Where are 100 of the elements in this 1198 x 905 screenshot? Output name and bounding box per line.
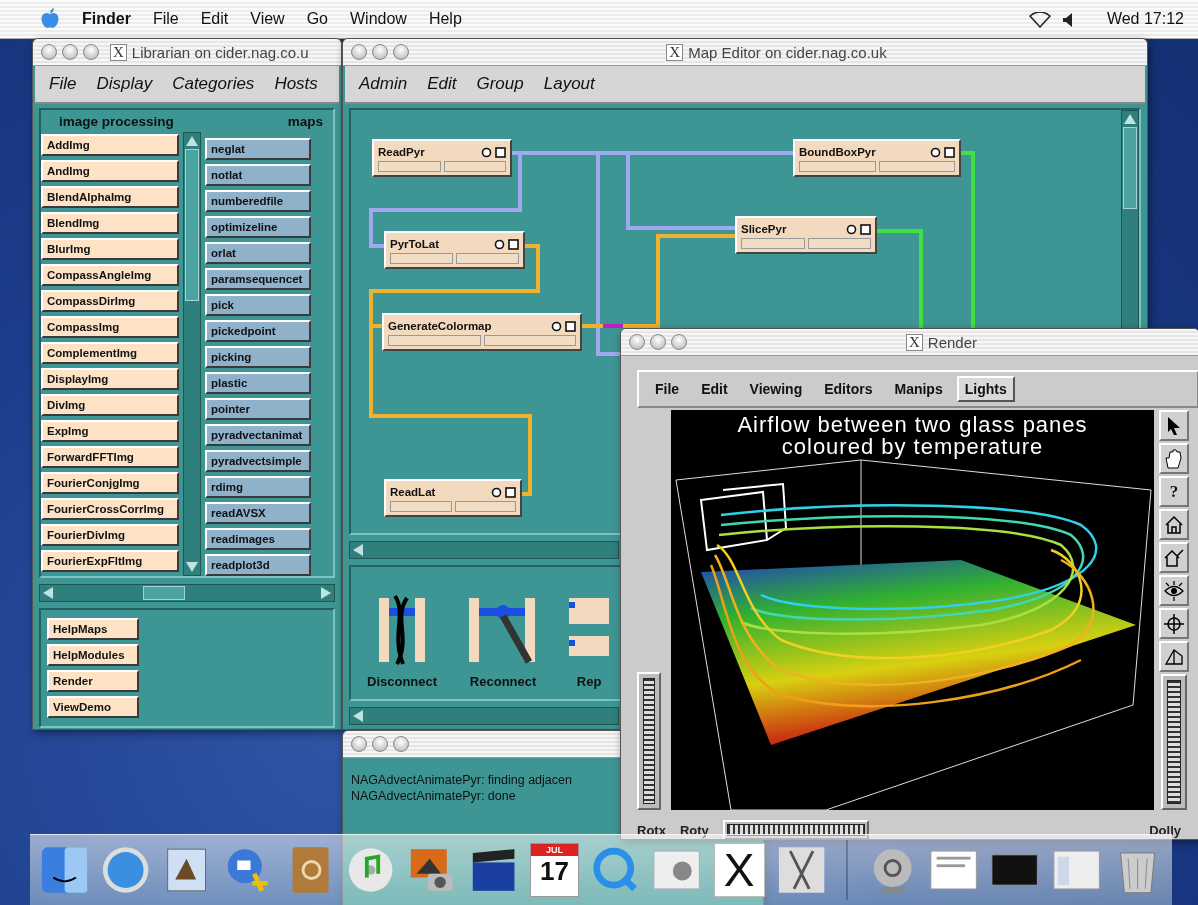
module-node[interactable]: BoundBoxPyr bbox=[793, 139, 961, 177]
menu-item[interactable]: Editors bbox=[816, 376, 881, 402]
circle-icon[interactable] bbox=[481, 146, 492, 158]
module-button[interactable]: AndImg bbox=[41, 160, 179, 182]
menu-item[interactable]: Manips bbox=[886, 376, 951, 402]
module-button[interactable]: FourierCrossCorrImg bbox=[41, 498, 179, 520]
category-heading[interactable]: maps bbox=[287, 113, 323, 129]
window-minimize-button[interactable] bbox=[62, 44, 78, 60]
vertical-scrollbar[interactable] bbox=[183, 132, 201, 576]
menu-item[interactable]: Finder bbox=[82, 10, 131, 28]
module-node[interactable]: PyrToLat bbox=[384, 231, 525, 269]
map-button[interactable]: paramsequencet bbox=[205, 268, 311, 290]
circle-icon[interactable] bbox=[551, 320, 562, 332]
home-button[interactable] bbox=[1159, 509, 1190, 540]
window-zoom-button[interactable] bbox=[393, 736, 409, 752]
module-button[interactable]: CompassImg bbox=[41, 316, 179, 338]
map-button[interactable]: neglat bbox=[205, 138, 311, 160]
circle-icon[interactable] bbox=[494, 238, 505, 250]
pointer-button[interactable] bbox=[1159, 410, 1190, 441]
module-node[interactable]: ReadPyr bbox=[372, 139, 512, 177]
map-button[interactable]: readAVSX bbox=[205, 502, 311, 524]
menu-item[interactable]: File bbox=[152, 10, 179, 28]
menu-item[interactable]: File bbox=[49, 74, 77, 94]
circle-icon[interactable] bbox=[491, 486, 502, 498]
square-icon[interactable] bbox=[565, 320, 576, 332]
menu-item[interactable]: View bbox=[250, 10, 285, 28]
vertical-scrollbar[interactable] bbox=[1121, 110, 1139, 330]
square-icon[interactable] bbox=[944, 146, 955, 158]
map-button[interactable]: pick bbox=[205, 294, 311, 316]
map-button[interactable]: readplot3d bbox=[205, 554, 311, 576]
menu-item[interactable]: File bbox=[647, 376, 688, 402]
circle-icon[interactable] bbox=[846, 223, 857, 235]
module-button[interactable]: FourierExpFltImg bbox=[41, 550, 179, 572]
module-button[interactable]: ComplementImg bbox=[41, 342, 179, 364]
module-button[interactable]: FourierDivImg bbox=[41, 524, 179, 546]
module-button[interactable]: BlendImg bbox=[41, 212, 179, 234]
menu-item[interactable]: Edit bbox=[200, 10, 229, 28]
menu-item[interactable]: Hosts bbox=[274, 74, 318, 94]
square-icon[interactable] bbox=[495, 146, 506, 158]
module-button[interactable]: ExpImg bbox=[41, 420, 179, 442]
help-button[interactable]: HelpMaps bbox=[47, 618, 139, 640]
x-letter-icon[interactable]: X bbox=[713, 843, 765, 897]
rotx-thumbwheel[interactable] bbox=[637, 672, 661, 810]
module-button[interactable]: CompassDirImg bbox=[41, 290, 179, 312]
window-minimize-button[interactable] bbox=[650, 334, 666, 350]
module-button[interactable]: BlurImg bbox=[41, 238, 179, 260]
help-button[interactable]: ViewDemo bbox=[47, 696, 139, 718]
map-button[interactable]: readimages bbox=[205, 528, 311, 550]
menu-item[interactable]: Go bbox=[306, 10, 328, 28]
map-button[interactable]: pyradvectanimat bbox=[205, 424, 311, 446]
module-button[interactable]: AddImg bbox=[41, 134, 179, 156]
tool-button[interactable]: Rep bbox=[569, 594, 610, 689]
map-button[interactable]: notlat bbox=[205, 164, 311, 186]
window-minimize-button[interactable] bbox=[372, 736, 388, 752]
map-button[interactable]: pyradvectsimple bbox=[205, 450, 311, 472]
map-button[interactable]: picking bbox=[205, 346, 311, 368]
square-icon[interactable] bbox=[860, 223, 871, 235]
seek-button[interactable] bbox=[1159, 608, 1190, 639]
menu-item[interactable]: Display bbox=[96, 74, 153, 94]
category-heading[interactable]: image processing bbox=[59, 113, 174, 129]
roty-thumbwheel[interactable] bbox=[722, 820, 869, 839]
window-close-button[interactable] bbox=[629, 334, 645, 350]
wifi-icon[interactable] bbox=[1028, 12, 1052, 28]
module-button[interactable]: DisplayImg bbox=[41, 368, 179, 390]
scissors-icon[interactable] bbox=[776, 844, 826, 896]
map-button[interactable]: pickedpoint bbox=[205, 320, 311, 342]
module-button[interactable]: FourierConjgImg bbox=[41, 472, 179, 494]
module-node[interactable]: SlicePyr bbox=[735, 216, 877, 254]
circle-icon[interactable] bbox=[930, 146, 941, 158]
module-node[interactable]: GenerateColormap bbox=[382, 313, 582, 351]
module-button[interactable]: BlendAlphaImg bbox=[41, 186, 179, 208]
menu-item[interactable]: Admin bbox=[359, 74, 408, 94]
window-close-button[interactable] bbox=[351, 736, 367, 752]
menu-item[interactable]: Viewing bbox=[741, 376, 811, 402]
menu-item[interactable]: Group bbox=[476, 74, 524, 94]
set-home-button[interactable] bbox=[1159, 542, 1190, 573]
view-all-button[interactable] bbox=[1159, 575, 1190, 606]
square-icon[interactable] bbox=[508, 238, 519, 250]
menu-item[interactable]: Help bbox=[428, 10, 462, 28]
horizontal-scrollbar[interactable] bbox=[349, 540, 619, 559]
menu-item[interactable]: Layout bbox=[543, 74, 595, 94]
map-button[interactable]: orlat bbox=[205, 242, 311, 264]
calendar-icon[interactable]: JUL 17 bbox=[529, 843, 580, 897]
speaker-icon[interactable] bbox=[1062, 13, 1074, 27]
menu-item[interactable]: Window bbox=[350, 10, 407, 28]
help-button[interactable]: HelpModules bbox=[47, 644, 139, 666]
projection-button[interactable] bbox=[1159, 641, 1190, 672]
module-button[interactable]: CompassAngleImg bbox=[41, 264, 179, 286]
horizontal-scrollbar[interactable] bbox=[39, 584, 335, 602]
tool-button[interactable]: Disconnect bbox=[367, 594, 438, 689]
module-button[interactable]: DivImg bbox=[41, 394, 179, 416]
map-button[interactable]: plastic bbox=[205, 372, 311, 394]
menu-item[interactable]: Lights bbox=[956, 376, 1015, 402]
hand-button[interactable] bbox=[1159, 443, 1190, 474]
window-zoom-button[interactable] bbox=[671, 334, 687, 350]
map-button[interactable]: optimizeline bbox=[205, 216, 311, 238]
window-minimize-button[interactable] bbox=[372, 44, 388, 60]
menu-item[interactable]: Edit bbox=[693, 376, 736, 402]
window-close-button[interactable] bbox=[41, 44, 57, 60]
menu-item[interactable]: Categories bbox=[172, 74, 255, 94]
